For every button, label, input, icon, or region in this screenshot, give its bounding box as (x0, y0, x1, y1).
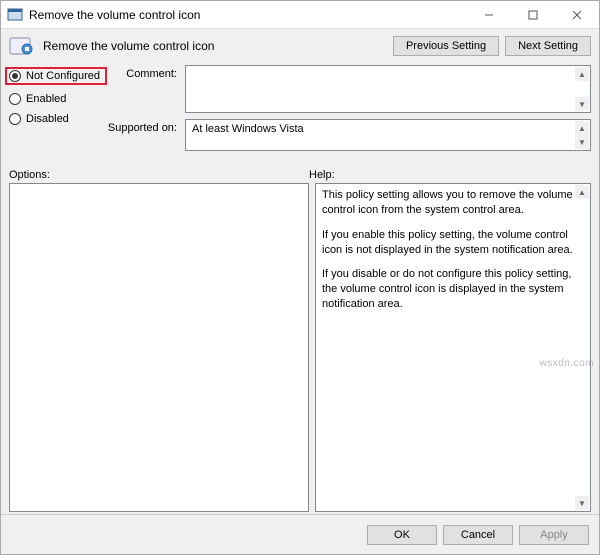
radio-icon (9, 113, 21, 125)
scroll-up-icon[interactable]: ▲ (575, 67, 589, 81)
scroll-down-icon[interactable]: ▼ (575, 135, 589, 149)
app-icon (7, 7, 23, 23)
state-comment-row: Not Configured Enabled Disabled Comment:… (9, 65, 591, 157)
supported-on-box: At least Windows Vista ▲ ▼ (185, 119, 591, 151)
cancel-button[interactable]: Cancel (443, 525, 513, 545)
footer: OK Cancel Apply (1, 514, 599, 554)
radio-enabled[interactable]: Enabled (9, 93, 105, 105)
radio-icon (9, 70, 21, 82)
content-area: Remove the volume control icon Previous … (1, 29, 599, 514)
comment-textarea[interactable]: ▲ ▼ (185, 65, 591, 113)
comment-supported-col: Comment: ▲ ▼ Supported on: At least Wind… (105, 65, 591, 157)
help-text: This policy setting allows you to remove… (322, 188, 574, 218)
help-text: If you enable this policy setting, the v… (322, 228, 574, 258)
comment-row: Comment: ▲ ▼ (105, 65, 591, 113)
supported-row: Supported on: At least Windows Vista ▲ ▼ (105, 119, 591, 151)
scroll-up-icon[interactable]: ▲ (575, 185, 589, 199)
next-setting-button[interactable]: Next Setting (505, 36, 591, 56)
supported-on-value: At least Windows Vista (192, 123, 304, 135)
previous-setting-button[interactable]: Previous Setting (393, 36, 499, 56)
policy-editor-window: Remove the volume control icon Remove (0, 0, 600, 555)
radio-disabled[interactable]: Disabled (9, 113, 105, 125)
radio-not-configured[interactable]: Not Configured (5, 67, 107, 85)
policy-title: Remove the volume control icon (43, 39, 393, 53)
titlebar: Remove the volume control icon (1, 1, 599, 29)
scroll-down-icon[interactable]: ▼ (575, 496, 589, 510)
window-controls (467, 1, 599, 28)
comment-label: Comment: (105, 65, 185, 80)
options-label: Options: (9, 169, 309, 181)
supported-label: Supported on: (105, 119, 185, 134)
help-label: Help: (309, 169, 335, 181)
radio-icon (9, 93, 21, 105)
close-button[interactable] (555, 1, 599, 28)
nav-buttons: Previous Setting Next Setting (393, 36, 591, 56)
minimize-button[interactable] (467, 1, 511, 28)
state-radios: Not Configured Enabled Disabled (9, 65, 105, 157)
help-text: If you disable or do not configure this … (322, 267, 574, 312)
radio-label: Enabled (26, 93, 66, 105)
policy-icon (9, 35, 37, 57)
radio-label: Disabled (26, 113, 69, 125)
apply-button[interactable]: Apply (519, 525, 589, 545)
options-panel (9, 183, 309, 512)
radio-label: Not Configured (26, 70, 100, 82)
scroll-down-icon[interactable]: ▼ (575, 97, 589, 111)
panels-labels: Options: Help: (9, 169, 591, 181)
ok-button[interactable]: OK (367, 525, 437, 545)
scroll-up-icon[interactable]: ▲ (575, 121, 589, 135)
help-panel: This policy setting allows you to remove… (315, 183, 591, 512)
maximize-button[interactable] (511, 1, 555, 28)
header-row: Remove the volume control icon Previous … (9, 35, 591, 57)
window-title: Remove the volume control icon (29, 8, 467, 22)
panels-row: This policy setting allows you to remove… (9, 183, 591, 512)
